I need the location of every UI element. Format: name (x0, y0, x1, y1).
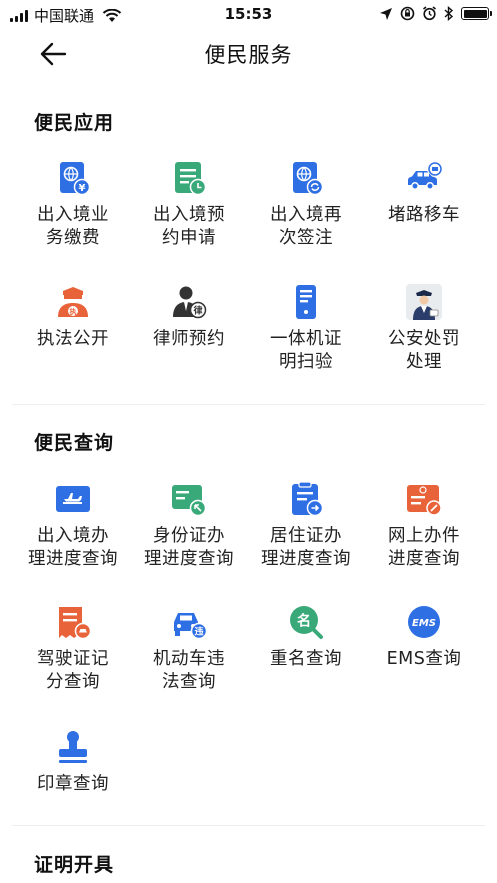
grid-item-exit-entry-progress[interactable]: 出入境办 理进度查询 (14, 481, 132, 591)
section-divider (12, 825, 485, 826)
grid-item-exit-entry-payment[interactable]: ¥ 出入境业 务缴费 (14, 160, 132, 270)
item-label-line1: EMS查询 (386, 649, 462, 669)
grid-item-lawyer-appointment[interactable]: 律 律师预约 (130, 284, 248, 394)
page-title: 便民服务 (204, 43, 293, 67)
item-label-line1: 驾驶证记 (37, 649, 109, 669)
svg-text:¥: ¥ (79, 183, 86, 194)
item-label-line2: 理进度查询 (28, 549, 118, 569)
grid-item-driver-license-points[interactable]: 驾驶证记 分查询 (14, 604, 132, 714)
section-title-certificates: 证明开具 (34, 854, 115, 876)
svg-text:执: 执 (70, 307, 77, 316)
id-card-progress-icon (172, 485, 207, 517)
item-label-line2: 理进度查询 (144, 549, 234, 569)
grid-item-kiosk-scan-verify[interactable]: 一体机证 明扫验 (247, 284, 365, 394)
grid-item-police-penalty[interactable]: 公安处罚 处理 (365, 284, 483, 394)
online-case-icon (407, 485, 442, 516)
car-move-icon (408, 162, 442, 190)
item-label-line2: 分查询 (46, 672, 100, 692)
nav-bar: 便民服务 (0, 30, 497, 78)
item-label-line1: 身份证办 (153, 526, 225, 546)
passport-yen-icon: ¥ (60, 162, 91, 196)
name-search-icon: 名 (290, 606, 323, 639)
item-label-line1: 公安处罚 (388, 329, 460, 349)
residence-permit-icon (292, 481, 324, 517)
item-label-line1: 出入境再 (270, 205, 342, 225)
battery-icon (461, 7, 492, 20)
svg-text:律: 律 (192, 305, 202, 317)
section-divider (12, 404, 485, 405)
item-label-line2: 约申请 (162, 228, 216, 248)
grid-item-road-block-move-car[interactable]: 堵路移车 (365, 160, 483, 270)
police-officer-icon: 执 (58, 287, 88, 317)
status-bar: 中国联通 15:53 (0, 0, 497, 30)
item-label-line2: 次签注 (279, 228, 333, 248)
item-label-line1: 机动车违 (153, 649, 225, 669)
item-label-line1: 重名查询 (270, 649, 342, 669)
section-title-apps: 便民应用 (34, 112, 115, 134)
flight-progress-icon (56, 486, 90, 512)
item-label-line2: 明扫验 (279, 352, 333, 372)
lawyer-icon: 律 (173, 286, 207, 319)
item-label-line1: 一体机证 (270, 329, 342, 349)
bluetooth-icon (444, 6, 454, 21)
section-title-queries: 便民查询 (34, 432, 115, 454)
grid-item-ems-search[interactable]: EMS EMS查询 (365, 604, 483, 714)
item-label-line2: 务缴费 (46, 228, 100, 248)
svg-text:名: 名 (297, 613, 311, 630)
item-label-line1: 执法公开 (37, 329, 109, 349)
vehicle-violation-icon: 违 (174, 613, 207, 640)
item-label-line2: 理进度查询 (261, 549, 351, 569)
grid-item-id-card-progress[interactable]: 身份证办 理进度查询 (130, 481, 248, 591)
item-label-line1: 出入境预 (153, 205, 225, 225)
grid-item-duplicate-name-search[interactable]: 名 重名查询 (247, 604, 365, 714)
kiosk-icon (296, 285, 316, 319)
item-label-line1: 出入境办 (37, 526, 109, 546)
grid-item-seal-search[interactable]: 印章查询 (14, 729, 132, 839)
driver-license-icon (59, 607, 91, 640)
grid-item-vehicle-violation[interactable]: 违 机动车违 法查询 (130, 604, 248, 714)
police-penalty-icon (406, 284, 442, 320)
svg-text:违: 违 (194, 626, 203, 638)
grid-item-residence-permit-progress[interactable]: 居住证办 理进度查询 (247, 481, 365, 591)
location-arrow-icon (380, 7, 392, 20)
svg-text:EMS: EMS (412, 618, 436, 629)
item-label-line2: 进度查询 (388, 549, 460, 569)
item-label-line2: 法查询 (162, 672, 216, 692)
item-label-line1: 律师预约 (153, 329, 225, 349)
ems-icon: EMS (408, 606, 440, 638)
alarm-icon (423, 6, 436, 21)
passport-refresh-icon (293, 162, 324, 196)
item-label-line1: 堵路移车 (388, 205, 460, 225)
grid-item-online-case-progress[interactable]: 网上办件 进度查询 (365, 481, 483, 591)
document-clock-icon (175, 162, 207, 196)
seal-icon (59, 731, 87, 763)
item-label-line1: 印章查询 (37, 774, 109, 794)
grid-item-exit-entry-re-endorse[interactable]: 出入境再 次签注 (247, 160, 365, 270)
rotation-lock-icon (400, 6, 415, 21)
status-right (379, 6, 492, 21)
item-label-line1: 出入境业 (37, 205, 109, 225)
grid-item-law-enforcement-open[interactable]: 执 执法公开 (14, 284, 132, 394)
item-label-line1: 居住证办 (270, 526, 342, 546)
grid-item-exit-entry-appointment[interactable]: 出入境预 约申请 (130, 160, 248, 270)
item-label-line2: 处理 (406, 352, 442, 372)
item-label-line1: 网上办件 (388, 526, 460, 546)
